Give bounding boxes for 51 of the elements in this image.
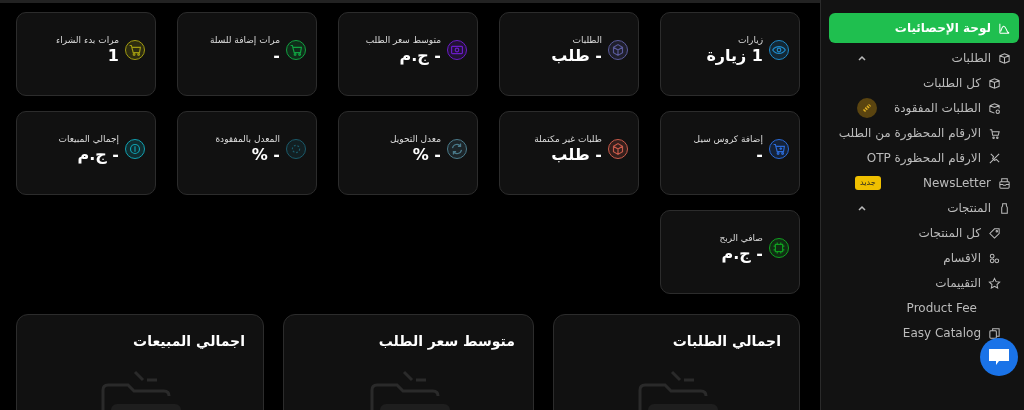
stat-value: - (756, 144, 763, 166)
sidebar-item[interactable]: كل الطلبات (919, 73, 1019, 93)
stat-label: إضافة كروس سيل (693, 134, 763, 145)
sidebar-section[interactable]: المنتجات (829, 198, 1019, 218)
chevron-icon[interactable] (857, 204, 867, 212)
sidebar-item[interactable]: الاقسام (939, 248, 1019, 268)
stat-label: إجمالي المبيعات (58, 134, 119, 145)
stat-label: المعدل بالمفقودة (215, 134, 280, 145)
tag-icon (988, 226, 1001, 240)
stat-value: - ج.م (398, 45, 441, 67)
stat-label: زيارات (737, 35, 763, 46)
stat-label: متوسط سعر الطلب (365, 35, 441, 46)
stat-label: صافي الربح (719, 233, 763, 244)
box-icon (998, 51, 1011, 65)
box-icon (988, 76, 1001, 90)
ticket-icon (862, 103, 872, 113)
stat-value: 1 (106, 45, 119, 67)
box-search-icon (988, 101, 1001, 115)
stat-label: مرات بدء الشراء (56, 35, 119, 46)
mail-icon (998, 176, 1011, 190)
stat-value: - ج.م (720, 243, 763, 265)
new-badge: جديد (855, 176, 881, 190)
shapes-icon (988, 251, 1001, 265)
sidebar-item[interactable]: كل المنتجات (914, 223, 1019, 243)
stat-value: - طلب (551, 45, 602, 67)
stat-value: - طلب (550, 144, 602, 166)
panel-title: اجمالي الطلبات (671, 332, 781, 351)
stat-label: الطلبات (571, 35, 602, 46)
chart-icon (998, 21, 1011, 35)
stat-value: - ج.م (76, 144, 119, 166)
sidebar-item[interactable]: الارقام المحظورة OTP (862, 148, 1019, 168)
stat-label: معدل التحويل (389, 134, 441, 145)
sidebar-item[interactable]: Easy Catalog (898, 323, 1019, 343)
sidebar-section[interactable]: الطلبات (829, 48, 1019, 68)
stat-label: مرات إضافة للسلة (209, 35, 280, 46)
bottle-icon (998, 201, 1011, 215)
stat-value: 1 زيارة (706, 45, 763, 67)
stat-value: - % (411, 144, 441, 166)
cart-icon (988, 126, 1001, 140)
star-icon (988, 276, 1001, 290)
stat-value: - % (250, 144, 280, 166)
sidebar-item[interactable]: Product Fee (902, 298, 977, 318)
stat-label: طلبات غير مكتملة (534, 134, 602, 145)
stat-value: - (272, 45, 280, 67)
copy-icon (988, 326, 1001, 340)
sidebar-item[interactable]: الارقام المحظورة من الطلب (834, 123, 1019, 143)
sidebar-item[interactable]: الطلبات المفقودة (829, 98, 1019, 118)
chevron-icon[interactable] (857, 54, 867, 62)
panel-title: اجمالي المبيعات (132, 332, 245, 351)
sidebar-item[interactable]: التقييمات (931, 273, 1019, 293)
panel-title: متوسط سعر الطلب (377, 332, 515, 352)
